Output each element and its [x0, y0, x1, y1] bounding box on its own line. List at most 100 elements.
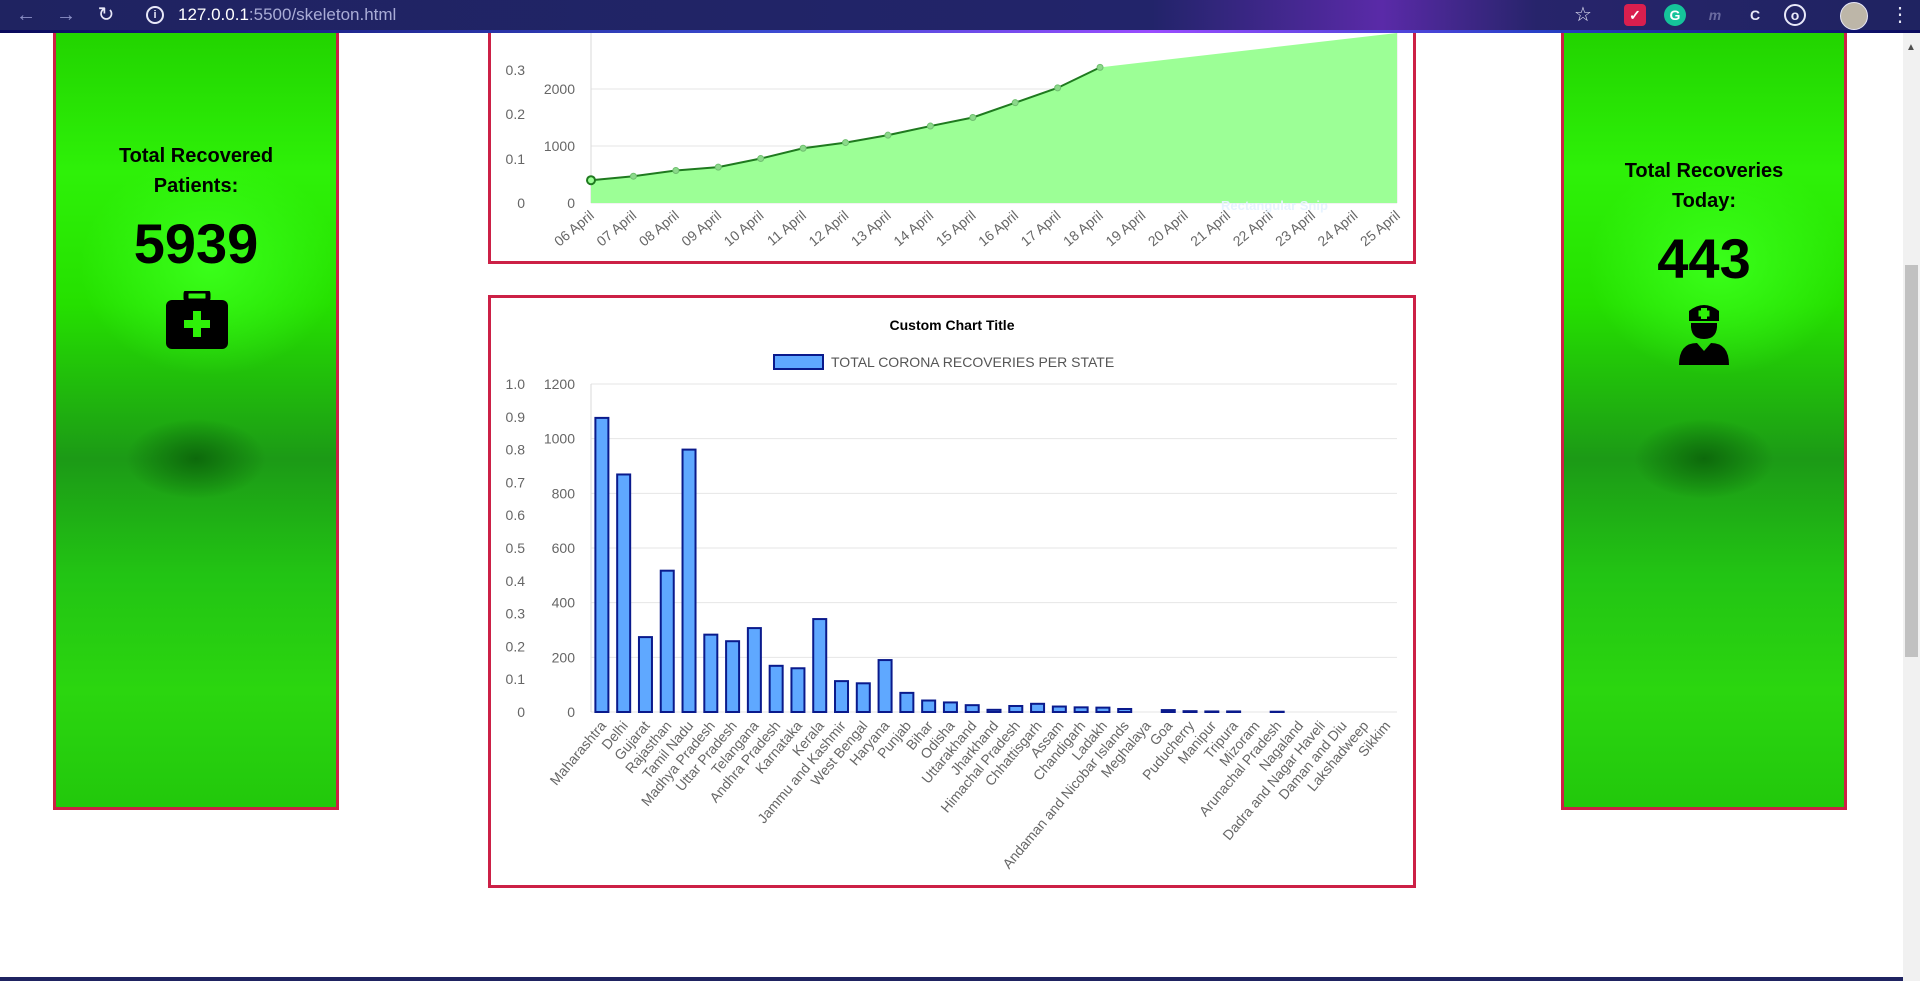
bar[interactable] — [1008, 704, 1024, 713]
x-tick-label: 07 April — [593, 207, 639, 249]
y2-tick-label: 0 — [517, 704, 525, 720]
bar[interactable] — [1095, 706, 1111, 714]
reload-icon[interactable]: ↻ — [94, 3, 118, 27]
x-tick-label: 13 April — [848, 207, 894, 249]
bookmark-star-icon[interactable]: ☆ — [1574, 2, 1592, 27]
pocket-extension-icon[interactable]: ✓ — [1624, 4, 1646, 26]
chart-title: Custom Chart Title — [890, 317, 1015, 333]
bottom-edge — [0, 977, 1903, 981]
bar[interactable] — [1204, 710, 1220, 714]
x-tick-label: 12 April — [805, 207, 851, 249]
y2-tick-label: 0.6 — [506, 507, 526, 523]
bar[interactable] — [681, 448, 697, 713]
grammarly-extension-icon[interactable]: G — [1664, 4, 1686, 26]
bar[interactable] — [1182, 710, 1198, 713]
daily-recoveries-chart: 0 1000 2000 0 0.1 0.2 0.3 06 April07 April08 Ap… — [506, 33, 1403, 249]
bar[interactable] — [790, 667, 806, 713]
x-tick-label: 18 April — [1060, 207, 1106, 249]
y2-tick-label: 0.2 — [506, 106, 526, 122]
site-info-icon[interactable]: i — [146, 6, 164, 24]
bar[interactable] — [899, 691, 915, 714]
bar[interactable] — [877, 659, 893, 714]
bar[interactable] — [1226, 710, 1242, 714]
y-tick-label: 1000 — [544, 138, 575, 154]
bar[interactable] — [1117, 707, 1133, 714]
bar[interactable] — [1030, 702, 1046, 713]
recoveries-today-label-line2: Today: — [1671, 190, 1737, 212]
bar[interactable] — [855, 682, 871, 713]
y-tick-label: 2000 — [544, 81, 575, 97]
y2-tick-label: 0.1 — [506, 671, 526, 687]
bar[interactable] — [1051, 705, 1067, 713]
total-recovered-value: 5939 — [133, 212, 259, 275]
x-tick-label: 21 April — [1187, 207, 1233, 249]
c-extension-icon[interactable]: C — [1744, 4, 1766, 26]
forward-icon[interactable]: → — [54, 3, 78, 27]
x-tick-label: 14 April — [890, 207, 936, 249]
bar[interactable] — [637, 636, 653, 713]
data-point[interactable] — [842, 139, 850, 147]
bar[interactable] — [746, 627, 762, 713]
scrollbar-thumb[interactable] — [1905, 265, 1918, 657]
x-tick-label: Maharashtra — [546, 717, 609, 788]
bar[interactable] — [921, 699, 937, 713]
y2-tick-label: 0.1 — [506, 151, 526, 167]
data-point[interactable] — [1011, 99, 1019, 107]
o-extension-icon[interactable]: o — [1784, 4, 1806, 26]
bar[interactable] — [616, 473, 632, 713]
bar[interactable] — [812, 618, 828, 714]
y2-tick-label: 0 — [517, 195, 525, 211]
x-tick-label: 22 April — [1230, 207, 1276, 249]
y2-tick-label: 0.7 — [506, 474, 526, 490]
y2-tick-label: 1.0 — [506, 376, 526, 392]
x-tick-label: 23 April — [1272, 207, 1318, 249]
state-recoveries-chart: Custom Chart Title TOTAL CORONA RECOVERI… — [506, 317, 1397, 872]
bar[interactable] — [942, 701, 958, 713]
data-point[interactable] — [799, 144, 807, 152]
y2-tick-label: 0.4 — [506, 573, 526, 589]
bar[interactable] — [834, 680, 850, 714]
data-point[interactable] — [672, 167, 680, 175]
data-point[interactable] — [969, 114, 977, 121]
x-tick-label: 20 April — [1145, 207, 1191, 249]
data-point[interactable] — [714, 163, 722, 171]
recoveries-today-label-line1: Total Recoveries — [1624, 160, 1784, 182]
browser-toolbar: ← → ↻ i 127.0.0.1:5500/skeleton.html ☆ ✓… — [0, 0, 1920, 30]
bar[interactable] — [1160, 709, 1176, 714]
y2-tick-label: 0.3 — [506, 606, 526, 622]
bar[interactable] — [725, 640, 741, 713]
y2-tick-label: 0.2 — [506, 638, 526, 654]
profile-avatar[interactable] — [1840, 2, 1868, 30]
x-tick-label: 25 April — [1357, 207, 1403, 249]
bar[interactable] — [594, 416, 610, 713]
y2-tick-label: 0.9 — [506, 409, 526, 425]
recoveries-today-value: 443 — [1657, 227, 1751, 290]
m-extension-icon[interactable]: m — [1704, 4, 1726, 26]
legend-label[interactable]: TOTAL CORONA RECOVERIES PER STATE — [831, 354, 1114, 370]
url-text: 127.0.0.1:5500/skeleton.html — [178, 5, 396, 25]
address-bar[interactable]: i 127.0.0.1:5500/skeleton.html — [140, 1, 1600, 29]
data-point[interactable] — [757, 155, 765, 163]
data-point[interactable] — [1054, 84, 1062, 92]
data-point[interactable] — [629, 172, 637, 180]
x-tick-label: 15 April — [933, 207, 979, 249]
bar[interactable] — [703, 633, 719, 713]
data-point[interactable] — [586, 175, 596, 186]
y-tick-label: 0 — [567, 704, 575, 720]
data-point[interactable] — [1096, 63, 1104, 71]
back-icon[interactable]: ← — [14, 3, 38, 27]
scroll-up-icon[interactable]: ▲ — [1906, 42, 1916, 53]
bar[interactable] — [986, 708, 1002, 713]
x-tick-label: 16 April — [975, 207, 1021, 249]
y-tick-label: 200 — [552, 649, 576, 665]
bar[interactable] — [659, 569, 675, 714]
bar[interactable] — [768, 664, 784, 714]
data-point[interactable] — [926, 122, 934, 130]
doctor-icon — [1679, 305, 1729, 365]
bar[interactable] — [1073, 706, 1089, 713]
legend-swatch[interactable] — [773, 354, 824, 370]
data-point[interactable] — [884, 131, 892, 139]
bar[interactable] — [964, 704, 980, 713]
y-tick-label: 400 — [552, 595, 576, 611]
browser-menu-icon[interactable]: ⋮ — [1890, 2, 1910, 27]
